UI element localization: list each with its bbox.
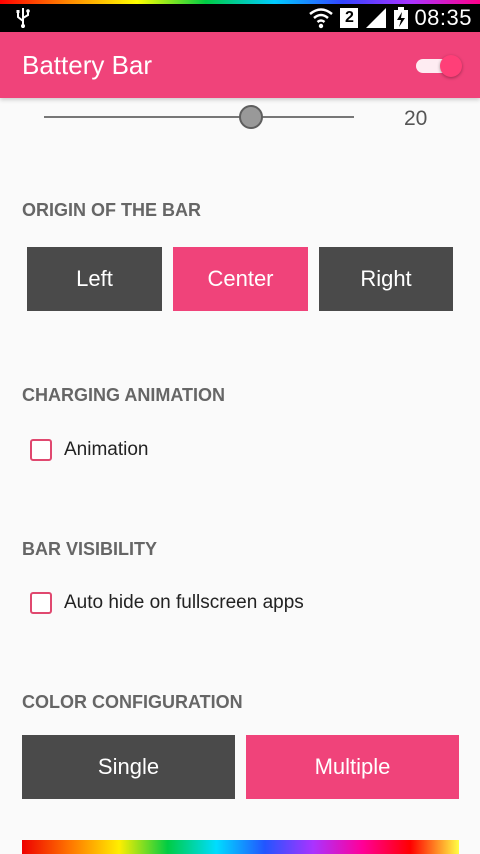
animation-checkbox-row[interactable]: Animation — [30, 436, 149, 464]
origin-section-title: ORIGIN OF THE BAR — [22, 200, 201, 220]
slider-track — [44, 116, 354, 118]
color-section-title: COLOR CONFIGURATION — [22, 692, 243, 712]
app-title: Battery Bar — [22, 50, 153, 80]
auto-hide-label: Auto hide on fullscreen apps — [64, 592, 304, 613]
animation-checkbox[interactable] — [30, 439, 52, 461]
visibility-section-title: BAR VISIBILITY — [22, 539, 158, 559]
sim-slot-badge: 2 — [340, 8, 359, 28]
auto-hide-checkbox[interactable] — [30, 592, 52, 614]
enable-toggle[interactable] — [414, 54, 462, 78]
clock: 08:35 — [414, 5, 472, 30]
wifi-icon — [309, 8, 334, 29]
origin-left-button[interactable]: Left — [27, 247, 162, 311]
color-gradient-preview — [22, 840, 459, 854]
slider-thumb[interactable] — [238, 105, 263, 129]
origin-right-button[interactable]: Right — [319, 247, 453, 311]
status-bar: 2 08:35 — [0, 4, 480, 32]
signal-icon — [366, 8, 387, 28]
toggle-thumb — [440, 55, 462, 77]
battery-icon — [394, 7, 409, 29]
auto-hide-checkbox-row[interactable]: Auto hide on fullscreen apps — [30, 589, 304, 617]
slider-value: 20 — [404, 107, 428, 130]
origin-center-button[interactable]: Center — [173, 247, 308, 311]
color-multiple-button[interactable]: Multiple — [246, 735, 459, 799]
thickness-slider[interactable] — [44, 104, 354, 130]
app-bar: Battery Bar — [0, 32, 480, 98]
color-single-button[interactable]: Single — [22, 735, 235, 799]
charging-section-title: CHARGING ANIMATION — [22, 385, 225, 405]
animation-label: Animation — [64, 439, 149, 460]
usb-icon — [16, 8, 30, 28]
